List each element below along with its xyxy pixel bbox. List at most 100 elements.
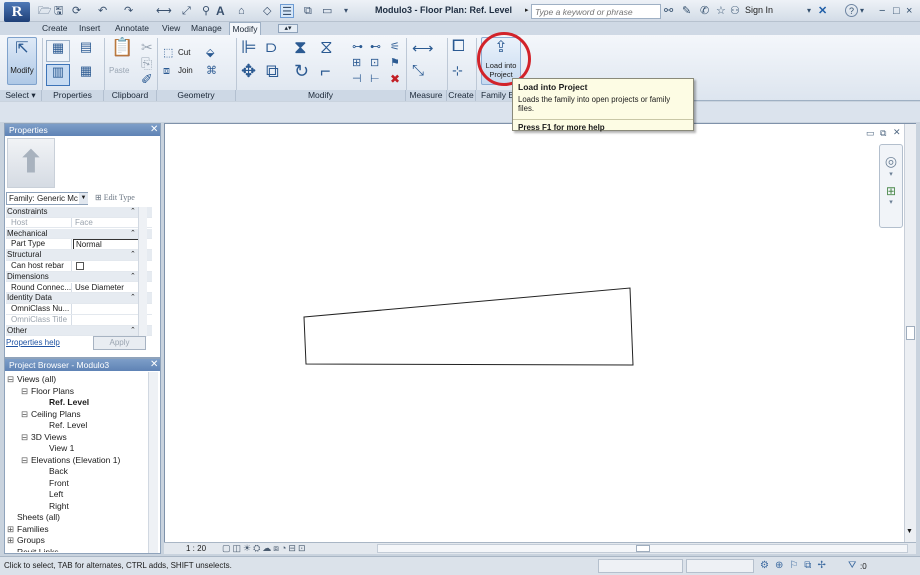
tab-insert[interactable]: Insert [77,22,102,35]
measure-icon[interactable]: ⟷ [156,4,172,18]
subscription-center-icon[interactable]: ✎ [682,4,691,18]
create-similar-icon[interactable]: ⧠ [452,39,465,55]
copy-elements-icon[interactable]: ⧉ [266,62,279,80]
scroll-down-arrow-icon[interactable]: ▼ [906,528,913,535]
favorites-star-icon[interactable]: ☆ [716,4,726,18]
tab-manage[interactable]: Manage [189,22,224,35]
minimize-button[interactable]: − [879,4,885,18]
paste-clipboard-icon[interactable]: 📋 [111,38,133,56]
search-binoculars-icon[interactable]: ⚯ [664,4,673,18]
browser-tree-item[interactable]: Front [7,478,147,490]
property-row[interactable]: OmniClass Title [6,315,152,326]
user-icon[interactable]: ⚇ [730,4,740,18]
tree-toggle-icon[interactable]: ⊟ [21,409,31,421]
zoom-region-icon[interactable]: ⊞ [880,184,902,198]
save-icon[interactable]: 🖫 [54,4,63,18]
cut-geometry-button[interactable]: Cut [178,48,190,57]
browser-tree-item[interactable]: ⊞ Groups [7,535,147,547]
browser-tree-item[interactable]: ⊟ 3D Views [7,432,147,444]
properties-help-link[interactable]: Properties help [6,338,60,347]
vertical-scroll-thumb[interactable] [906,326,915,340]
open-icon[interactable]: 🗁 [38,4,52,18]
property-category[interactable]: Identity Data ⌃ [6,293,152,305]
project-browser-close-icon[interactable]: ✕ [150,359,158,371]
view-vertical-scrollbar[interactable]: ▼ [904,124,916,554]
close-hidden-icon[interactable]: ⧉ [304,4,312,18]
join-geometry-icon[interactable]: ⧈ [163,64,170,78]
communication-center-icon[interactable]: ✆ [700,4,709,18]
trim-extend-icon[interactable]: ⌐ [320,62,331,80]
browser-tree-item[interactable]: Right [7,501,147,513]
type-selector-arrow-icon[interactable]: ▼ [79,193,88,204]
delete-icon[interactable]: ✖ [390,72,400,86]
property-category[interactable]: Constraints ⌃ [6,207,152,218]
browser-tree-item[interactable]: ⊟ Floor Plans [7,386,147,398]
wall-joins-icon[interactable]: ⬙ [206,46,214,60]
property-row[interactable]: Can host rebar [6,261,152,272]
join-geometry-button[interactable]: Join [178,66,193,75]
properties-close-icon[interactable]: ✕ [150,124,158,136]
scale-icon[interactable]: ⊡ [370,56,379,70]
match-type-icon[interactable]: ✐ [141,72,153,86]
qat-dropdown-icon[interactable]: ▾ [344,4,348,18]
switch-windows-icon[interactable]: ▭ [322,4,332,18]
sync-icon[interactable]: ⟳ [72,4,81,18]
browser-tree-item[interactable]: ⊟ Ceiling Plans [7,409,147,421]
text-icon[interactable]: A [216,4,225,18]
panel-select[interactable]: Select ▾ [0,90,42,101]
tab-create[interactable]: Create [40,22,70,35]
paste-button[interactable]: Paste [109,66,129,75]
cut-clipboard-icon[interactable]: ✂ [141,40,153,54]
edit-type-button[interactable]: ⊞ Edit Type [95,193,135,202]
view-control-icons[interactable]: ▢◫☀⛭☁⧈◔⊟⊡ [222,543,308,554]
browser-tree-item[interactable]: Sheets (all) [7,512,147,524]
property-value[interactable]: Normal [73,239,139,250]
drawing-area[interactable] [164,123,916,553]
split-gap-icon[interactable]: ⊷ [370,40,381,54]
pin-icon[interactable]: ⚑ [390,56,400,70]
close-button[interactable]: × [906,4,912,18]
split-face-icon[interactable]: ⌘ [206,64,217,78]
horizontal-scrollbar[interactable] [377,544,908,553]
tree-toggle-icon[interactable]: ⊟ [21,455,31,467]
property-row[interactable]: Part Type Normal [6,239,152,251]
modify-button[interactable]: ⇱ Modify [7,37,37,85]
property-row[interactable]: Round Connec... Use Diameter [6,282,152,294]
property-category[interactable]: Mechanical ⌃ [6,228,152,240]
browser-tree-item[interactable]: Ref. Level [7,397,147,409]
section-icon[interactable]: ◇ [263,4,271,18]
collapse-icon[interactable]: ⌃ [130,272,136,282]
undo-icon[interactable]: ↶ [98,4,107,18]
tab-view[interactable]: View [160,22,182,35]
help-icon[interactable]: ? [845,4,858,17]
type-properties-icon[interactable]: ▦ [74,64,98,86]
measure-between-icon[interactable]: ⤡ [412,63,424,78]
browser-tree-item[interactable]: Left [7,489,147,501]
create-group-icon[interactable]: ⊹ [452,64,463,78]
browser-tree-item[interactable]: ⊟ Views (all) [7,374,147,386]
collapse-icon[interactable]: ⌃ [130,326,136,336]
array-icon[interactable]: ⊞ [352,56,361,70]
collapse-icon[interactable]: ⌃ [130,207,136,217]
property-category[interactable]: Dimensions ⌃ [6,271,152,283]
browser-tree-item[interactable]: ⊞ Families [7,524,147,536]
aligned-dimension-icon[interactable]: ⟷ [412,41,434,56]
filter-icon[interactable]: ⛛ [848,557,856,574]
steering-wheel-icon[interactable]: ◎ [880,153,902,170]
property-category[interactable]: Structural ⌃ [6,250,152,261]
search-input[interactable] [531,4,661,19]
tree-toggle-icon[interactable]: ⊟ [7,374,17,386]
mirror-draw-axis-icon[interactable]: ⧖ [320,38,333,56]
trim-single-icon[interactable]: ⊢ [370,72,380,86]
zoom-dropdown-icon[interactable]: ▾ [880,198,902,206]
browser-tree-item[interactable]: Ref. Level [7,420,147,432]
tag-icon[interactable]: ⚲ [202,4,210,18]
view-scale[interactable]: 1 : 20 [186,544,206,553]
search-expand-icon[interactable]: ▸ [525,6,529,14]
tab-modify[interactable]: Modify [229,22,261,35]
browser-tree-item[interactable]: Revit Links [7,547,147,553]
unpin-icon[interactable]: ⚟ [390,40,400,54]
extrusion-sketch-outline[interactable] [303,287,634,366]
signin-dropdown-icon[interactable]: ▾ [807,4,811,18]
rotate-icon[interactable]: ↻ [294,62,309,80]
